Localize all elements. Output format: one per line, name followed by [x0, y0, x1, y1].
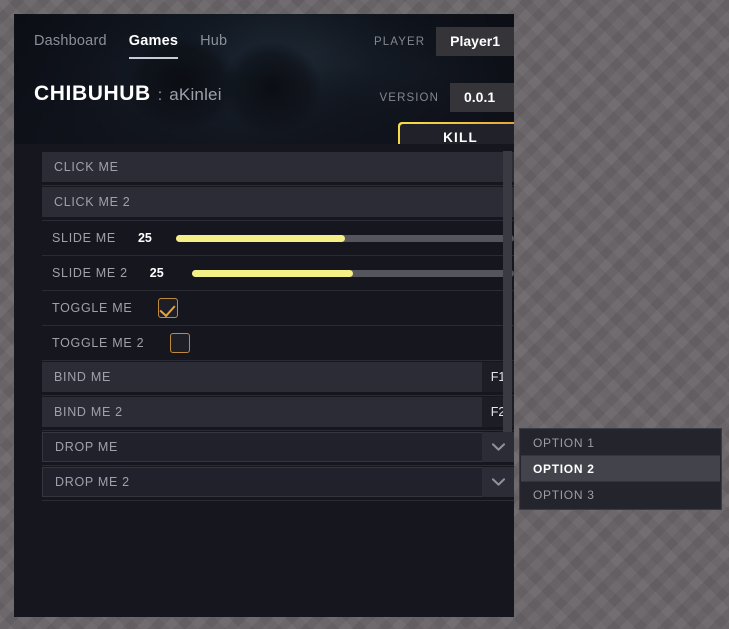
- brand-title: CHIBUHUB : aKinlei: [34, 82, 222, 106]
- slide-me-2-value: 25: [149, 266, 164, 280]
- slide-me-slider-fill: [175, 234, 345, 242]
- drop-me-2-label: DROP ME 2: [55, 475, 130, 489]
- bind-me-2-label: BIND ME 2: [54, 405, 123, 419]
- player-info: PLAYER Player1: [374, 27, 514, 56]
- slide-me-2-label: SLIDE ME 2: [52, 266, 128, 280]
- click-me-2-label: CLICK ME 2: [54, 195, 131, 209]
- scrollbar-thumb[interactable]: [503, 151, 512, 432]
- kill-button-label: KILL: [399, 123, 514, 144]
- slide-me-slider[interactable]: [175, 234, 514, 242]
- window-header: Dashboard Games Hub PLAYER Player1 VERSI…: [14, 14, 514, 144]
- settings-list: CLICK ME CLICK ME 2 SLIDE ME 25 SLIDE ME…: [42, 151, 514, 501]
- settings-list-container: CLICK ME CLICK ME 2 SLIDE ME 25 SLIDE ME…: [14, 144, 514, 617]
- toggle-me-checkbox[interactable]: [158, 298, 179, 318]
- bind-me-button[interactable]: BIND ME F1: [42, 362, 514, 392]
- drop-me-dropdown[interactable]: DROP ME: [42, 432, 514, 462]
- dropdown-options-popup: OPTION 1 OPTION 2 OPTION 3: [519, 428, 722, 510]
- option-item-2[interactable]: OPTION 2: [521, 456, 720, 482]
- click-me-2-button[interactable]: CLICK ME 2: [42, 187, 514, 217]
- slide-me-2-slider[interactable]: [191, 269, 514, 277]
- row-toggle-me: TOGGLE ME: [42, 291, 514, 326]
- toggle-me-2-checkbox[interactable]: [170, 333, 191, 353]
- bind-me-2-button[interactable]: BIND ME 2 F2: [42, 397, 514, 427]
- drop-me-label: DROP ME: [55, 440, 119, 454]
- row-toggle-me-2: TOGGLE ME 2: [42, 326, 514, 361]
- row-drop-me: DROP ME: [42, 431, 514, 466]
- version-label: VERSION: [379, 91, 439, 104]
- version-info: VERSION 0.0.1: [380, 83, 514, 112]
- slide-me-value: 25: [137, 231, 152, 245]
- tab-games[interactable]: Games: [128, 33, 179, 59]
- slide-me-2-slider-fill: [191, 269, 353, 277]
- brand-separator: :: [157, 87, 163, 104]
- brand-author: aKinlei: [169, 85, 222, 104]
- row-slide-me: SLIDE ME 25: [42, 221, 514, 256]
- toggle-me-2-label: TOGGLE ME 2: [52, 336, 145, 350]
- chibuhub-window: Dashboard Games Hub PLAYER Player1 VERSI…: [14, 14, 514, 617]
- player-label: PLAYER: [374, 35, 426, 48]
- brand-name: CHIBUHUB: [34, 82, 151, 105]
- player-value[interactable]: Player1: [436, 27, 514, 56]
- click-me-button[interactable]: CLICK ME: [42, 152, 514, 182]
- drop-me-2-dropdown[interactable]: DROP ME 2: [42, 467, 514, 497]
- row-click-me: CLICK ME: [42, 151, 514, 186]
- row-bind-me-2: BIND ME 2 F2: [42, 396, 514, 431]
- row-click-me-2: CLICK ME 2: [42, 186, 514, 221]
- toggle-me-label: TOGGLE ME: [52, 301, 133, 315]
- option-item-3[interactable]: OPTION 3: [521, 482, 720, 508]
- row-bind-me: BIND ME F1: [42, 361, 514, 396]
- row-slide-me-2: SLIDE ME 2 25: [42, 256, 514, 291]
- tab-hub[interactable]: Hub: [200, 33, 227, 51]
- scrollbar[interactable]: [501, 144, 514, 617]
- tab-dashboard[interactable]: Dashboard: [34, 33, 107, 51]
- kill-button[interactable]: KILL: [398, 122, 514, 144]
- click-me-label: CLICK ME: [54, 160, 119, 174]
- version-value[interactable]: 0.0.1: [450, 83, 514, 112]
- slide-me-label: SLIDE ME: [52, 231, 116, 245]
- tab-list: Dashboard Games Hub: [34, 14, 227, 70]
- bind-me-label: BIND ME: [54, 370, 111, 384]
- option-item-1[interactable]: OPTION 1: [521, 430, 720, 456]
- row-drop-me-2: DROP ME 2: [42, 466, 514, 501]
